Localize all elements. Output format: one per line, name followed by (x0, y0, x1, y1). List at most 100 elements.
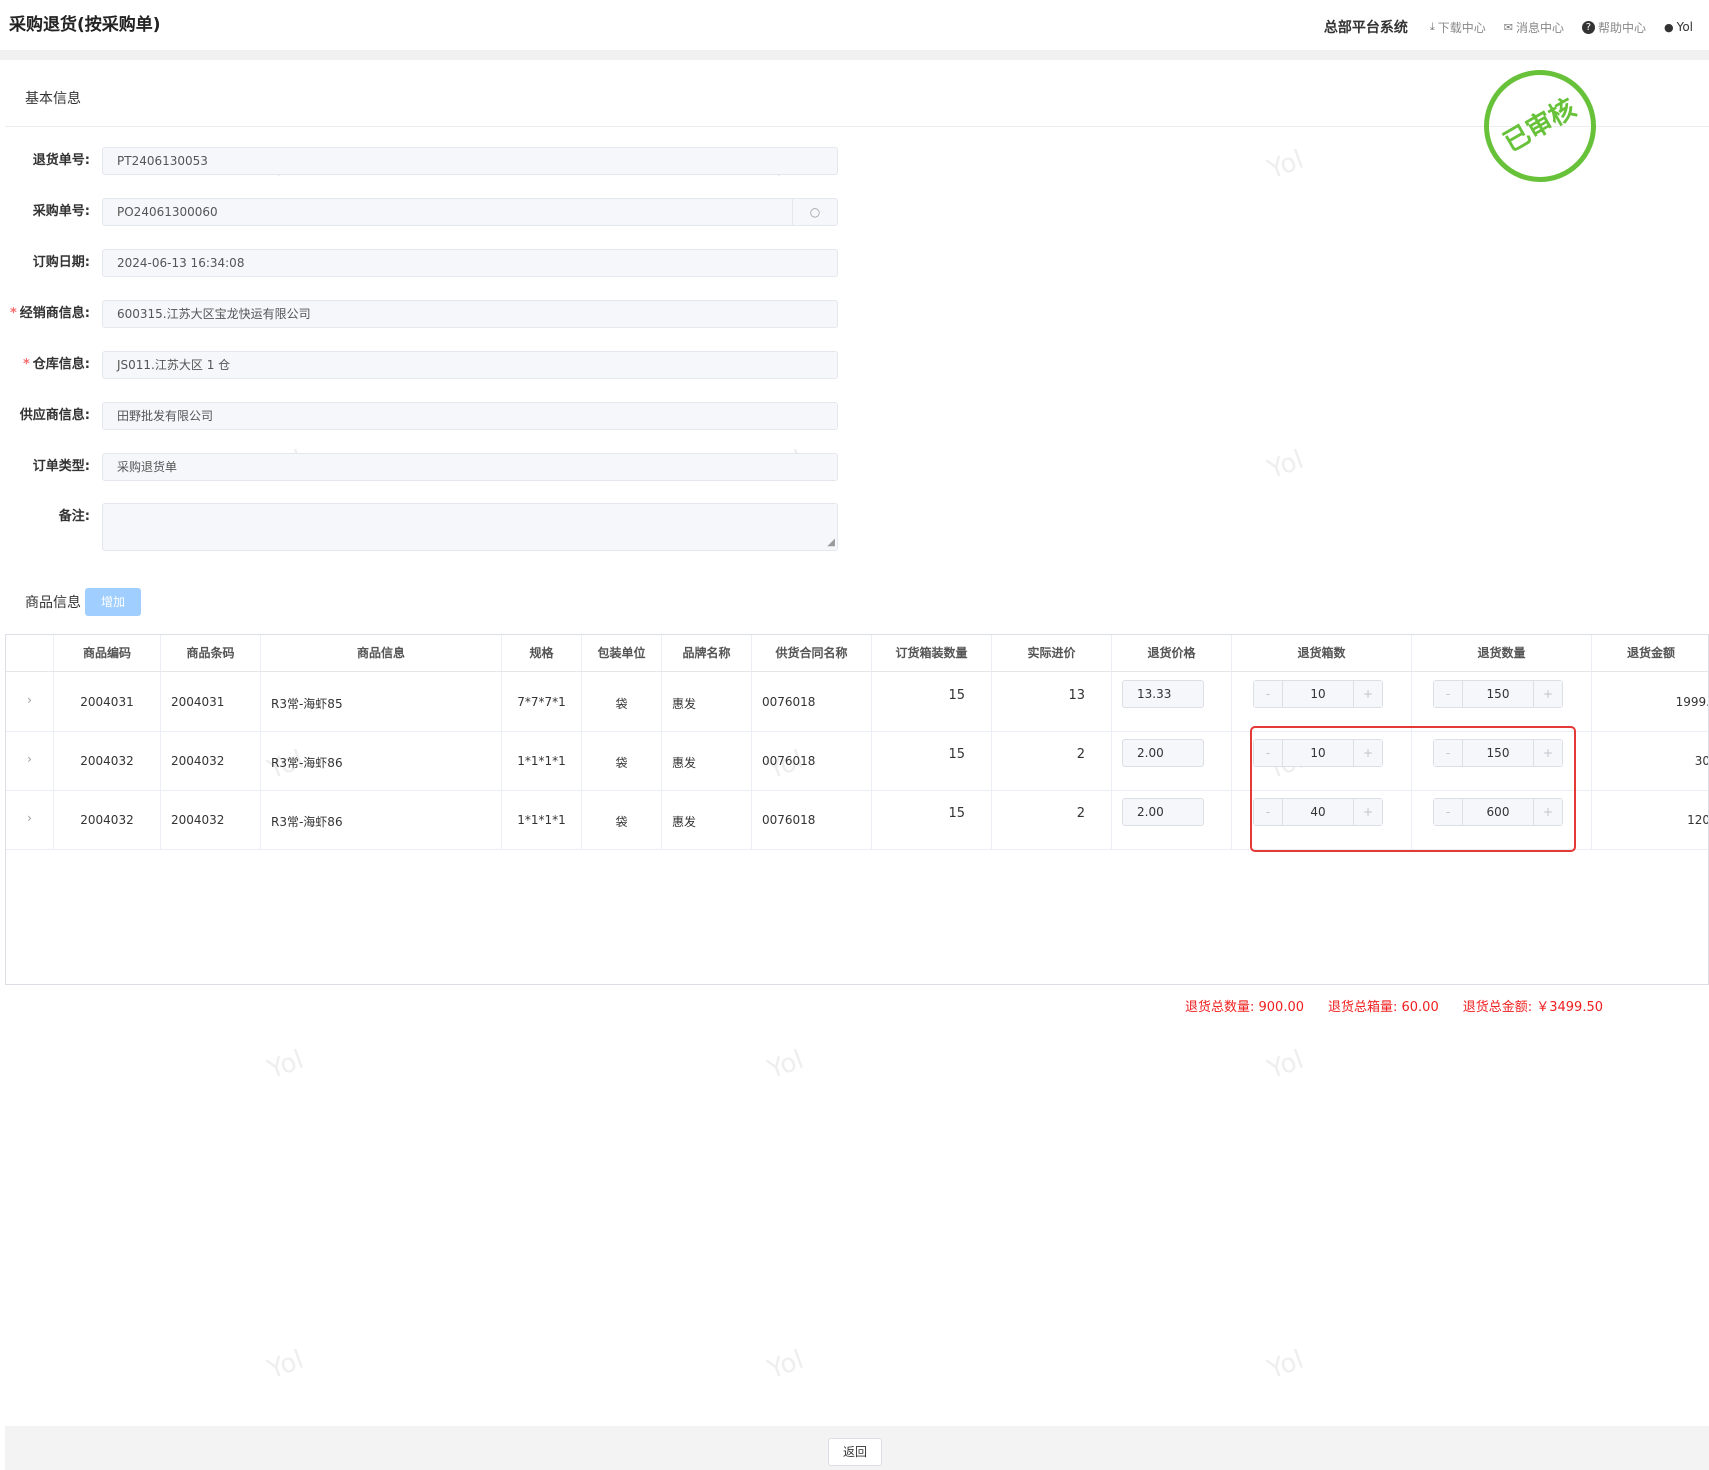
supplier-field[interactable]: 田野批发有限公司 (102, 402, 838, 430)
field-label: 退货单号: (32, 153, 90, 168)
brand-cell: 惠发 (662, 672, 752, 731)
box-qty-cell: 15 (872, 731, 992, 790)
field-label: 供应商信息: (19, 408, 90, 423)
stamp-text: 已审核 (1498, 93, 1582, 159)
watermark: Yol (763, 1044, 808, 1086)
watermark: Yol (763, 1344, 808, 1386)
chevron-right-icon[interactable]: › (6, 811, 53, 825)
boxes-stepper: -10 + (1253, 680, 1383, 708)
increment-button[interactable]: + (1533, 681, 1562, 707)
purchase-no-row: 采购单号: PO24061300060 ○ (0, 198, 840, 226)
column-header: 商品编码 (54, 635, 161, 671)
header-divider (0, 50, 1709, 60)
user-menu[interactable]: ● Yol (1664, 20, 1693, 34)
mail-icon: ✉ (1503, 20, 1513, 34)
column-header: 退货价格 (1112, 635, 1232, 671)
back-button[interactable]: 返回 (828, 1438, 882, 1466)
field-label: 采购单号: (32, 204, 90, 219)
help-center-link[interactable]: ? 帮助中心 (1581, 19, 1646, 36)
column-header: 商品信息 (261, 635, 502, 671)
contract-cell: 0076018 (752, 790, 872, 849)
required-mark: * (9, 306, 17, 321)
chevron-right-icon[interactable]: › (6, 693, 53, 707)
expand-cell[interactable]: › (6, 790, 54, 849)
field-label: * 经销商信息: (9, 306, 90, 321)
download-center-label: 下载中心 (1437, 20, 1486, 35)
message-center-label: 消息中心 (1515, 20, 1564, 35)
expand-cell[interactable]: › (6, 731, 54, 790)
purchase-no-field[interactable]: PO24061300060 ○ (102, 198, 838, 226)
box-qty-cell: 15 (872, 672, 992, 731)
highlight-box (1250, 726, 1576, 852)
watermark: Yol (263, 1044, 308, 1086)
help-icon: ? (1581, 20, 1595, 34)
price-cell: 2.00 (1112, 790, 1232, 849)
watermark: Yol (1263, 144, 1308, 186)
warehouse-field[interactable]: JS011.江苏大区 1 仓 (102, 351, 838, 379)
download-center-link[interactable]: ⤓ 下载中心 (1430, 19, 1486, 36)
chevron-right-icon[interactable]: › (6, 752, 53, 766)
contract-cell: 0076018 (752, 731, 872, 790)
purchase-no-value: PO24061300060 (117, 205, 218, 219)
price-input[interactable]: 13.33 (1122, 680, 1204, 708)
info-cell: R3常-海虾86 (261, 731, 502, 790)
search-icon[interactable]: ○ (792, 199, 837, 225)
remark-textarea[interactable]: ◢ (102, 503, 838, 551)
column-header: 商品条码 (161, 635, 261, 671)
brand-cell: 惠发 (662, 790, 752, 849)
cost-cell: 2 (992, 790, 1112, 849)
unit-cell: 袋 (582, 731, 662, 790)
order-type-field[interactable]: 采购退货单 (102, 453, 838, 481)
user-icon: ● (1663, 20, 1674, 34)
required-mark: * (22, 357, 30, 372)
table-header: 商品编码 商品条码 商品信息 规格 包装单位 品牌名称 供货合同名称 订货箱装数… (6, 635, 1708, 672)
qty-stepper: -150 + (1433, 680, 1563, 708)
barcode-cell: 2004032 (161, 731, 261, 790)
decrement-button[interactable]: - (1434, 681, 1463, 707)
qty-value[interactable]: 150 (1462, 681, 1534, 707)
info-cell: R3常-海虾86 (261, 790, 502, 849)
top-bar: 采购退货(按采购单) 总部平台系统 ⤓ 下载中心 ✉ 消息中心 ? 帮助中心 ●… (0, 0, 1709, 50)
column-header: 包装单位 (582, 635, 662, 671)
order-date-row: 订购日期: 2024-06-13 16:34:08 (0, 249, 840, 277)
column-header: 退货箱数 (1232, 635, 1412, 671)
amount-cell: 120 (1687, 813, 1709, 827)
price-input[interactable]: 2.00 (1122, 739, 1204, 767)
cost-cell: 13 (992, 672, 1112, 731)
watermark: Yol (263, 1344, 308, 1386)
watermark: Yol (1263, 444, 1308, 486)
column-header: 品牌名称 (662, 635, 752, 671)
dealer-field[interactable]: 600315.江苏大区宝龙快运有限公司 (102, 300, 838, 328)
download-icon: ⤓ (1429, 20, 1435, 33)
return-no-field[interactable]: PT2406130053 (102, 147, 838, 175)
increment-button[interactable]: + (1353, 681, 1382, 707)
table-row: › 2004031 2004031 R3常-海虾85 7*7*7*1 袋 惠发 … (6, 672, 1708, 732)
barcode-cell: 2004031 (161, 672, 261, 731)
contract-cell: 0076018 (752, 672, 872, 731)
field-label: 备注: (58, 509, 90, 524)
field-label: * 仓库信息: (22, 357, 90, 372)
column-header: 供货合同名称 (752, 635, 872, 671)
resize-handle-icon[interactable]: ◢ (827, 537, 835, 548)
dealer-row: * 经销商信息: 600315.江苏大区宝龙快运有限公司 (0, 300, 840, 328)
expand-cell[interactable]: › (6, 672, 54, 731)
field-label: 订购日期: (32, 255, 90, 270)
warehouse-row: * 仓库信息: JS011.江苏大区 1 仓 (0, 351, 840, 379)
boxes-value[interactable]: 10 (1282, 681, 1354, 707)
price-input[interactable]: 2.00 (1122, 798, 1204, 826)
code-cell: 2004032 (54, 731, 161, 790)
boxes-cell: -10 + (1232, 672, 1412, 731)
total-boxes: 退货总箱量: 60.00 (1328, 1000, 1439, 1015)
unit-cell: 袋 (582, 672, 662, 731)
spec-cell: 1*1*1*1 (502, 731, 582, 790)
column-header: 订货箱装数量 (872, 635, 992, 671)
decrement-button[interactable]: - (1254, 681, 1283, 707)
order-date-field[interactable]: 2024-06-13 16:34:08 (102, 249, 838, 277)
add-button[interactable]: 增加 (85, 588, 141, 616)
column-header: 规格 (502, 635, 582, 671)
unit-cell: 袋 (582, 790, 662, 849)
field-label: 订单类型: (32, 459, 90, 474)
column-header: 实际进价 (992, 635, 1112, 671)
total-qty: 退货总数量: 900.00 (1185, 1000, 1304, 1015)
message-center-link[interactable]: ✉ 消息中心 (1504, 19, 1564, 36)
